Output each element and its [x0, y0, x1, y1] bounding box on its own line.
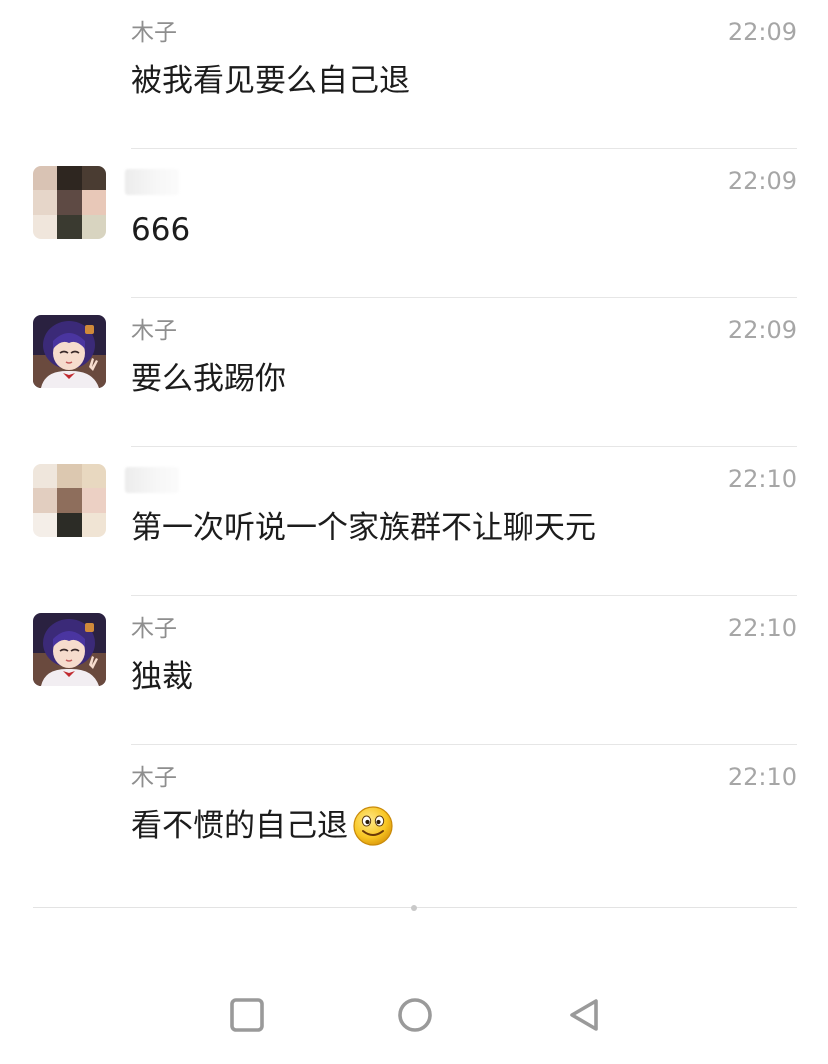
circle-home-icon [398, 998, 432, 1032]
message-time: 22:09 [727, 316, 797, 344]
recents-button[interactable] [227, 995, 267, 1035]
message-text[interactable]: 被我看见要么自己退 [131, 60, 410, 102]
message-text[interactable]: 独裁 [131, 656, 193, 698]
anime-girl-avatar-icon [33, 613, 106, 686]
message-time: 22:09 [727, 167, 797, 195]
message-text[interactable]: 666 [131, 209, 190, 251]
chat-message[interactable]: 木子 22:09 要么我踢你 [0, 298, 828, 447]
scroll-indicator [411, 905, 417, 911]
avatar[interactable] [33, 613, 106, 686]
message-text[interactable]: 看不惯的自己退 [131, 805, 394, 847]
triangle-back-icon [570, 999, 598, 1031]
sender-name[interactable]: 木子 [131, 18, 177, 48]
chat-message[interactable]: 22:10 第一次听说一个家族群不让聊天元 [0, 447, 828, 596]
message-text-content: 独裁 [131, 659, 193, 695]
message-text-content: 看不惯的自己退 [131, 808, 348, 844]
square-recents-icon [230, 998, 264, 1032]
anime-girl-avatar-icon [33, 315, 106, 388]
avatar[interactable] [33, 464, 106, 537]
message-text-content: 被我看见要么自己退 [131, 63, 410, 99]
avatar[interactable] [33, 166, 106, 239]
home-button[interactable] [395, 995, 435, 1035]
message-text[interactable]: 第一次听说一个家族群不让聊天元 [131, 507, 596, 549]
message-time: 22:10 [727, 465, 797, 493]
message-time: 22:10 [727, 763, 797, 791]
sender-name[interactable]: 木子 [131, 316, 177, 346]
message-text-content: 666 [131, 212, 191, 248]
chat-message[interactable]: 木子 22:09 被我看见要么自己退 [0, 0, 828, 149]
system-navigation-bar [0, 985, 828, 1045]
message-text-content: 第一次听说一个家族群不让聊天元 [131, 510, 596, 546]
message-time: 22:10 [727, 614, 797, 642]
sender-name[interactable]: 木子 [131, 763, 177, 793]
avatar[interactable] [33, 315, 106, 388]
chat-message[interactable]: 22:09 666 [0, 149, 828, 298]
message-text[interactable]: 要么我踢你 [131, 358, 286, 400]
message-text-content: 要么我踢你 [131, 361, 286, 397]
message-time: 22:09 [727, 18, 797, 46]
chat-message[interactable]: 木子 22:10 看不惯的自己退 [0, 745, 828, 894]
smiley-emoji-icon [353, 806, 393, 846]
sender-name-redacted [125, 467, 179, 493]
back-button[interactable] [565, 995, 605, 1035]
sender-name-redacted [125, 169, 179, 195]
chat-message[interactable]: 木子 22:10 独裁 [0, 596, 828, 745]
sender-name[interactable]: 木子 [131, 614, 177, 644]
